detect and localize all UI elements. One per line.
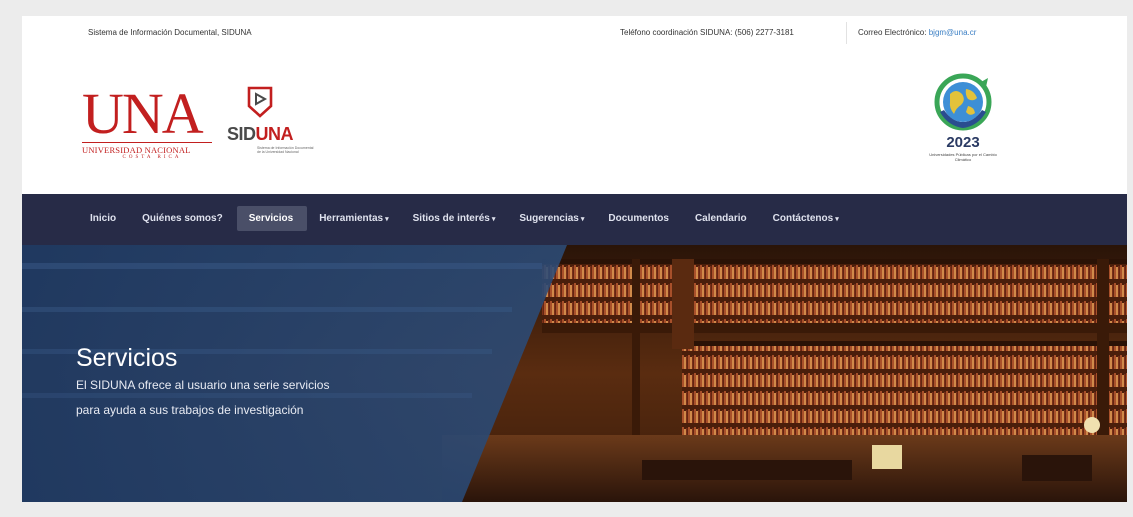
main-navigation: Inicio Quiénes somos? Servicios Herramie… bbox=[22, 194, 1127, 245]
hero-banner: Servicios El SIDUNA ofrece al usuario un… bbox=[22, 245, 1127, 502]
nav-item-calendario[interactable]: Calendario bbox=[683, 206, 761, 231]
coordination-phone: Teléfono coordinación SIDUNA: (506) 2277… bbox=[620, 28, 794, 37]
una-logo-wordmark: UNA bbox=[82, 81, 204, 146]
email-link[interactable]: bjgm@una.cr bbox=[929, 28, 977, 37]
hero-description-line-1: El SIDUNA ofrece al usuario una serie se… bbox=[76, 378, 330, 392]
chevron-down-icon: ▾ bbox=[835, 216, 839, 223]
site-header: UNA UNIVERSIDAD NACIONAL COSTA RICA SIDU… bbox=[22, 50, 1127, 192]
nav-item-sitios-de-interes[interactable]: Sitios de interés ▾ bbox=[401, 206, 508, 231]
chevron-down-icon: ▾ bbox=[385, 216, 389, 223]
top-info-bar: Sistema de Información Documental, SIDUN… bbox=[22, 16, 1127, 50]
hero-description: El SIDUNA ofrece al usuario una serie se… bbox=[76, 373, 416, 423]
contact-email: Correo Electrónico: bjgm@una.cr bbox=[858, 28, 976, 37]
badge-year: 2023 bbox=[946, 134, 980, 151]
chevron-down-icon: ▾ bbox=[491, 216, 496, 223]
nav-item-contactenos[interactable]: Contáctenos ▾ bbox=[761, 206, 851, 231]
siduna-wordmark: SIDUNA bbox=[227, 124, 294, 144]
chevron-down-icon: ▾ bbox=[580, 216, 585, 223]
topbar-divider bbox=[846, 22, 847, 44]
hero-title: Servicios bbox=[76, 343, 178, 372]
siduna-tagline: Sistema de Información Documental de la … bbox=[257, 146, 314, 154]
nav-item-quienes-somos[interactable]: Quiénes somos? bbox=[130, 206, 237, 231]
site-name: Sistema de Información Documental, SIDUN… bbox=[88, 28, 252, 37]
nav-item-sugerencias[interactable]: Sugerencias ▾ bbox=[507, 206, 596, 231]
una-logo-country: COSTA RICA bbox=[122, 155, 182, 160]
globe-hands-icon bbox=[934, 73, 992, 131]
badge-caption: Universidades Públicas por el Cambio Cli… bbox=[929, 152, 997, 162]
nav-item-herramientas[interactable]: Herramientas ▾ bbox=[307, 206, 400, 231]
nav-item-documentos[interactable]: Documentos bbox=[596, 206, 683, 231]
siduna-play-icon bbox=[247, 86, 273, 118]
nav-item-servicios[interactable]: Servicios bbox=[236, 206, 308, 231]
email-label: Correo Electrónico: bbox=[858, 28, 927, 37]
climate-badge: 2023 Universidades Públicas por el Cambi… bbox=[928, 72, 998, 172]
hero-description-line-2: para ayuda a sus trabajos de investigaci… bbox=[76, 403, 304, 417]
page-frame: Sistema de Información Documental, SIDUN… bbox=[22, 16, 1127, 502]
nav-item-inicio[interactable]: Inicio bbox=[78, 206, 130, 231]
una-logo[interactable]: UNA UNIVERSIDAD NACIONAL COSTA RICA bbox=[82, 81, 212, 160]
